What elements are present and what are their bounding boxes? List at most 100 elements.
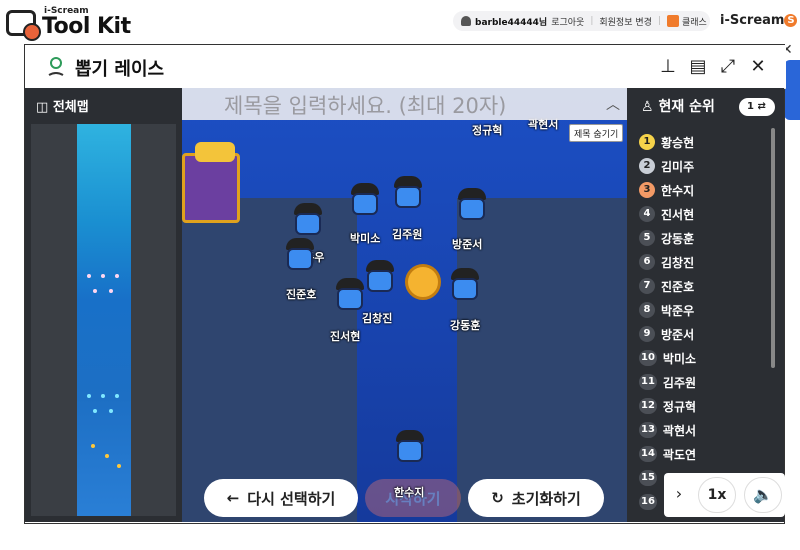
reselect-label: 다시 선택하기 (247, 489, 336, 508)
top-bar: i-Scream Tool Kit barble44444님 로그아웃 | 회원… (0, 0, 800, 44)
rank-number: 11 (639, 374, 657, 390)
rank-number: 16 (639, 494, 657, 510)
ranking-item: 16 (639, 492, 663, 512)
ranking-item: 1 황승현 (639, 132, 694, 152)
race-canvas[interactable]: 정규혁 곽현서 박미소 김주원 방준서 박준우 진준호 진서현 김창진 강동훈 … (182, 88, 627, 522)
rank-player-name: 방준서 (661, 327, 695, 342)
rank-number: 15 (639, 470, 657, 486)
pirate-character (443, 268, 487, 304)
pirate-character (388, 430, 432, 466)
rank-number: 4 (639, 206, 655, 222)
minimap-marker (109, 409, 113, 413)
skull-coin (405, 264, 441, 300)
ranking-item: 9 방준서 (639, 324, 694, 344)
pirate-character (358, 260, 402, 296)
player-label: 강동훈 (450, 319, 481, 332)
ranking-item: 13 곽현서 (639, 420, 696, 440)
chevron-up-icon[interactable]: ︿ (606, 94, 620, 114)
player-label: 정규혁 (472, 124, 503, 137)
pin-icon[interactable]: ⊥ (657, 56, 679, 78)
rank-player-name: 정규혁 (662, 399, 697, 414)
minimap[interactable] (31, 124, 176, 516)
ranking-scrollbar[interactable] (771, 128, 775, 368)
user-menu: barble44444님 로그아웃 | 회원정보 변경 | 클래스 (453, 11, 710, 31)
speed-button[interactable]: 1x (698, 477, 736, 513)
rank-number: 2 (639, 158, 655, 174)
ranking-item: 10 박미소 (639, 348, 696, 368)
map-icon: ◫ (36, 100, 49, 115)
profile-edit-link[interactable]: 회원정보 변경 (599, 15, 652, 28)
minimap-marker (91, 444, 95, 448)
hide-title-button[interactable]: 제목 숨기기 (569, 124, 624, 142)
ranking-toggle[interactable]: 1 ⇄ (739, 98, 775, 116)
window-controls: ⊥ ▤ ⤢ ✕ (657, 56, 769, 78)
rank-player-name: 김주원 (662, 375, 697, 390)
ranking-item: 15 (639, 468, 663, 488)
rank-player-name: 한수지 (661, 183, 695, 198)
ranking-title: 현재 순위 (658, 99, 715, 115)
player-label: 진준호 (286, 288, 317, 301)
class-icon (666, 15, 679, 27)
player-label: 방준서 (452, 238, 483, 251)
rank-number: 5 (639, 230, 655, 246)
minimap-marker (109, 289, 113, 293)
reset-button[interactable]: ↻ 초기화하기 (468, 479, 604, 517)
ranking-item: 6 김창진 (639, 252, 694, 272)
race-title-bar[interactable]: 제목을 입력하세요. (최대 20자) ︿ (182, 88, 627, 120)
logo-big-text: Tool Kit (42, 14, 131, 39)
minimap-marker (115, 394, 119, 398)
pirate-character (386, 176, 430, 212)
rank-player-name: 박미소 (662, 351, 697, 366)
minimap-marker (105, 454, 109, 458)
pirate-character (450, 188, 494, 224)
arrow-left-icon: ← (226, 489, 240, 507)
rank-number: 7 (639, 278, 655, 294)
username: barble44444님 (475, 17, 548, 28)
brand-logo[interactable]: i-Scream S (720, 13, 798, 28)
minimap-marker (87, 274, 91, 278)
rank-player-name: 진준호 (661, 279, 695, 294)
collapse-arrow-icon[interactable]: › (668, 483, 690, 505)
side-tab[interactable] (784, 60, 800, 120)
rank-number: 8 (639, 302, 655, 318)
divider: | (657, 16, 661, 26)
ranking-item: 8 박준우 (639, 300, 694, 320)
rank-number: 9 (639, 326, 655, 342)
toolkit-logo[interactable]: i-Scream Tool Kit (6, 4, 146, 41)
reselect-button[interactable]: ← 다시 선택하기 (204, 479, 358, 517)
ranking-header: ♙ 현재 순위 (641, 96, 715, 116)
player-label: 진서현 (330, 330, 361, 343)
rank-number: 3 (639, 182, 655, 198)
rank-number: 14 (639, 446, 657, 462)
minimap-track (77, 124, 131, 516)
close-icon[interactable]: ✕ (747, 56, 769, 78)
ranking-pane: ♙ 현재 순위 1 ⇄ 1 황승현 2 김미주 3 한수지 4 진서현 5 강동훈 6 김창진 7 진준호… (627, 88, 784, 522)
player-label: 김창진 (362, 312, 393, 325)
ranking-item: 5 강동훈 (639, 228, 694, 248)
layout-icon[interactable]: ▤ (687, 56, 709, 78)
rank-player-name: 강동훈 (661, 231, 695, 246)
minimap-marker (87, 394, 91, 398)
rank-player-name: 김미주 (661, 159, 695, 174)
brand-s-icon: S (784, 14, 798, 27)
rank-player-name: 곽현서 (662, 423, 697, 438)
minimap-marker (93, 289, 97, 293)
fullscreen-icon[interactable]: ⤢ (717, 56, 739, 78)
pirate-character (343, 183, 387, 219)
logout-link[interactable]: 로그아웃 (551, 15, 584, 28)
rank-player-name: 박준우 (661, 303, 695, 318)
ranking-item: 3 한수지 (639, 180, 694, 200)
bell-icon[interactable] (461, 16, 471, 26)
location-pin-icon (48, 57, 64, 76)
rank-player-name: 김창진 (661, 255, 695, 270)
rock-wall-right (457, 198, 627, 522)
ranking-item: 12 정규혁 (639, 396, 696, 416)
race-title-input[interactable]: 제목을 입력하세요. (최대 20자) (224, 90, 506, 120)
speaker-icon[interactable]: 🔈 (744, 477, 782, 513)
ranking-item: 2 김미주 (639, 156, 694, 176)
refresh-icon: ↻ (491, 489, 504, 507)
class-link[interactable]: 클래스 (682, 15, 707, 28)
map-pane: ◫ 전체맵 (25, 88, 182, 522)
ranking-toggle-value: 1 (747, 101, 754, 112)
ranking-item: 14 곽도연 (639, 444, 696, 464)
